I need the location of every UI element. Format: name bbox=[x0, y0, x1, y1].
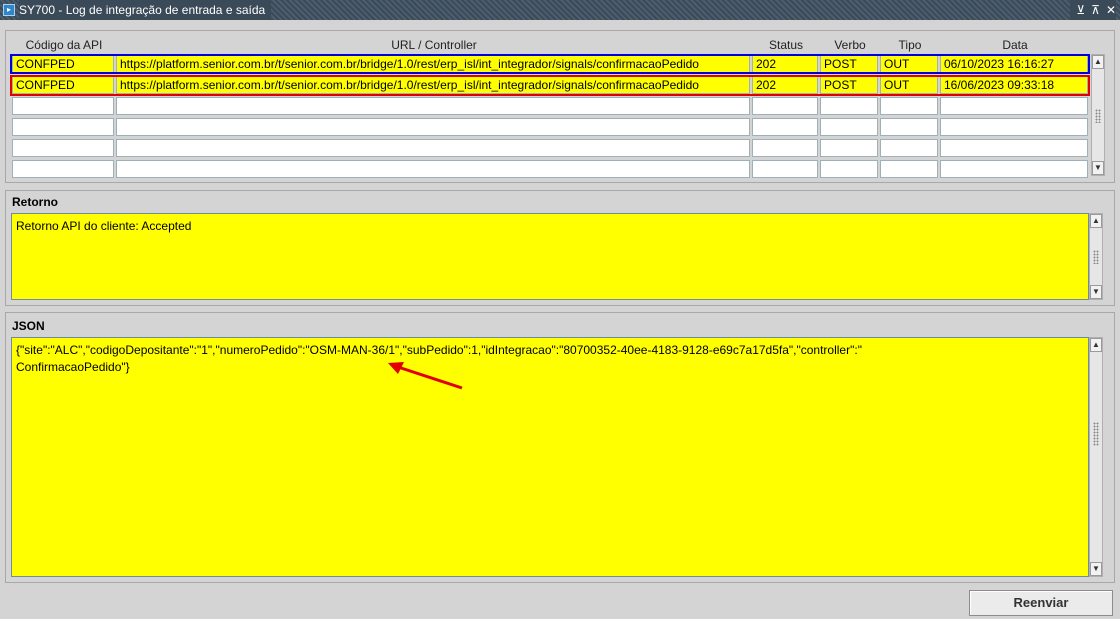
grid-scrollbar[interactable]: ▲ ▼ bbox=[1091, 54, 1105, 176]
cell-tipo[interactable] bbox=[880, 97, 938, 115]
json-textarea[interactable]: {"site":"ALC","codigoDepositante":"1","n… bbox=[11, 337, 1089, 577]
cell-codigo[interactable] bbox=[12, 97, 114, 115]
cell-data[interactable] bbox=[940, 97, 1088, 115]
cell-codigo[interactable]: CONFPED bbox=[12, 76, 114, 94]
cell-data[interactable] bbox=[940, 139, 1088, 157]
retorno-label: Retorno bbox=[12, 195, 58, 209]
scroll-up-icon[interactable]: ▲ bbox=[1092, 55, 1104, 69]
scroll-grip-icon bbox=[1095, 109, 1101, 123]
column-header-codigo: Código da API bbox=[25, 38, 103, 52]
cell-tipo[interactable]: OUT bbox=[880, 55, 938, 73]
retorno-scrollbar[interactable]: ▲ ▼ bbox=[1089, 213, 1103, 300]
scroll-grip-icon bbox=[1093, 422, 1099, 446]
cell-verbo[interactable] bbox=[820, 118, 878, 136]
cell-url[interactable]: https://platform.senior.com.br/t/senior.… bbox=[116, 76, 750, 94]
table-row[interactable] bbox=[12, 97, 1090, 115]
column-header-data: Data bbox=[1002, 38, 1028, 52]
cell-data[interactable] bbox=[940, 160, 1088, 178]
scroll-up-icon[interactable]: ▲ bbox=[1090, 214, 1102, 228]
retorno-textarea[interactable]: Retorno API do cliente: Accepted bbox=[11, 213, 1089, 300]
column-header-status: Status bbox=[768, 38, 804, 52]
cell-codigo[interactable] bbox=[12, 118, 114, 136]
cell-codigo[interactable] bbox=[12, 160, 114, 178]
cell-data[interactable]: 06/10/2023 16:16:27 bbox=[940, 55, 1088, 73]
cell-tipo[interactable]: OUT bbox=[880, 76, 938, 94]
cell-url[interactable] bbox=[116, 139, 750, 157]
window-title: SY700 - Log de integração de entrada e s… bbox=[19, 0, 272, 20]
cell-tipo[interactable] bbox=[880, 139, 938, 157]
cell-data[interactable] bbox=[940, 118, 1088, 136]
table-row[interactable] bbox=[12, 139, 1090, 157]
cell-verbo[interactable] bbox=[820, 160, 878, 178]
column-header-tipo: Tipo bbox=[898, 38, 922, 52]
minimize-icon[interactable]: ⊻ bbox=[1076, 3, 1085, 17]
scroll-down-icon[interactable]: ▼ bbox=[1090, 285, 1102, 299]
cell-url[interactable]: https://platform.senior.com.br/t/senior.… bbox=[116, 55, 750, 73]
cell-verbo[interactable] bbox=[820, 97, 878, 115]
window-titlebar: ▸ SY700 - Log de integração de entrada e… bbox=[0, 0, 1120, 20]
table-row[interactable] bbox=[12, 160, 1090, 178]
cell-status[interactable] bbox=[752, 139, 818, 157]
cell-codigo[interactable]: CONFPED bbox=[12, 55, 114, 73]
scroll-up-icon[interactable]: ▲ bbox=[1090, 338, 1102, 352]
column-header-verbo: Verbo bbox=[834, 38, 866, 52]
reenviar-button[interactable]: Reenviar bbox=[969, 590, 1113, 616]
column-header-url: URL / Controller bbox=[391, 38, 477, 52]
cell-data[interactable]: 16/06/2023 09:33:18 bbox=[940, 76, 1088, 94]
scroll-down-icon[interactable]: ▼ bbox=[1092, 161, 1104, 175]
json-scrollbar[interactable]: ▲ ▼ bbox=[1089, 337, 1103, 577]
annotation-arrow-icon bbox=[388, 362, 463, 390]
cell-verbo[interactable]: POST bbox=[820, 76, 878, 94]
cell-status[interactable] bbox=[752, 160, 818, 178]
scroll-grip-icon bbox=[1093, 250, 1099, 264]
cell-tipo[interactable] bbox=[880, 118, 938, 136]
maximize-icon[interactable]: ⊼ bbox=[1091, 3, 1100, 17]
cell-tipo[interactable] bbox=[880, 160, 938, 178]
cell-verbo[interactable] bbox=[820, 139, 878, 157]
table-row[interactable]: CONFPED https://platform.senior.com.br/t/… bbox=[12, 76, 1090, 94]
cell-status[interactable] bbox=[752, 97, 818, 115]
table-row[interactable]: CONFPED https://platform.senior.com.br/t/… bbox=[12, 55, 1090, 73]
scroll-down-icon[interactable]: ▼ bbox=[1090, 562, 1102, 576]
cell-status[interactable]: 202 bbox=[752, 76, 818, 94]
app-icon: ▸ bbox=[3, 4, 15, 16]
json-label: JSON bbox=[12, 319, 45, 333]
cell-url[interactable] bbox=[116, 118, 750, 136]
cell-status[interactable] bbox=[752, 118, 818, 136]
cell-verbo[interactable]: POST bbox=[820, 55, 878, 73]
close-icon[interactable]: ✕ bbox=[1106, 3, 1116, 17]
table-row[interactable] bbox=[12, 118, 1090, 136]
cell-url[interactable] bbox=[116, 160, 750, 178]
window-controls: ⊻ ⊼ ✕ bbox=[1070, 0, 1116, 20]
cell-codigo[interactable] bbox=[12, 139, 114, 157]
cell-status[interactable]: 202 bbox=[752, 55, 818, 73]
cell-url[interactable] bbox=[116, 97, 750, 115]
